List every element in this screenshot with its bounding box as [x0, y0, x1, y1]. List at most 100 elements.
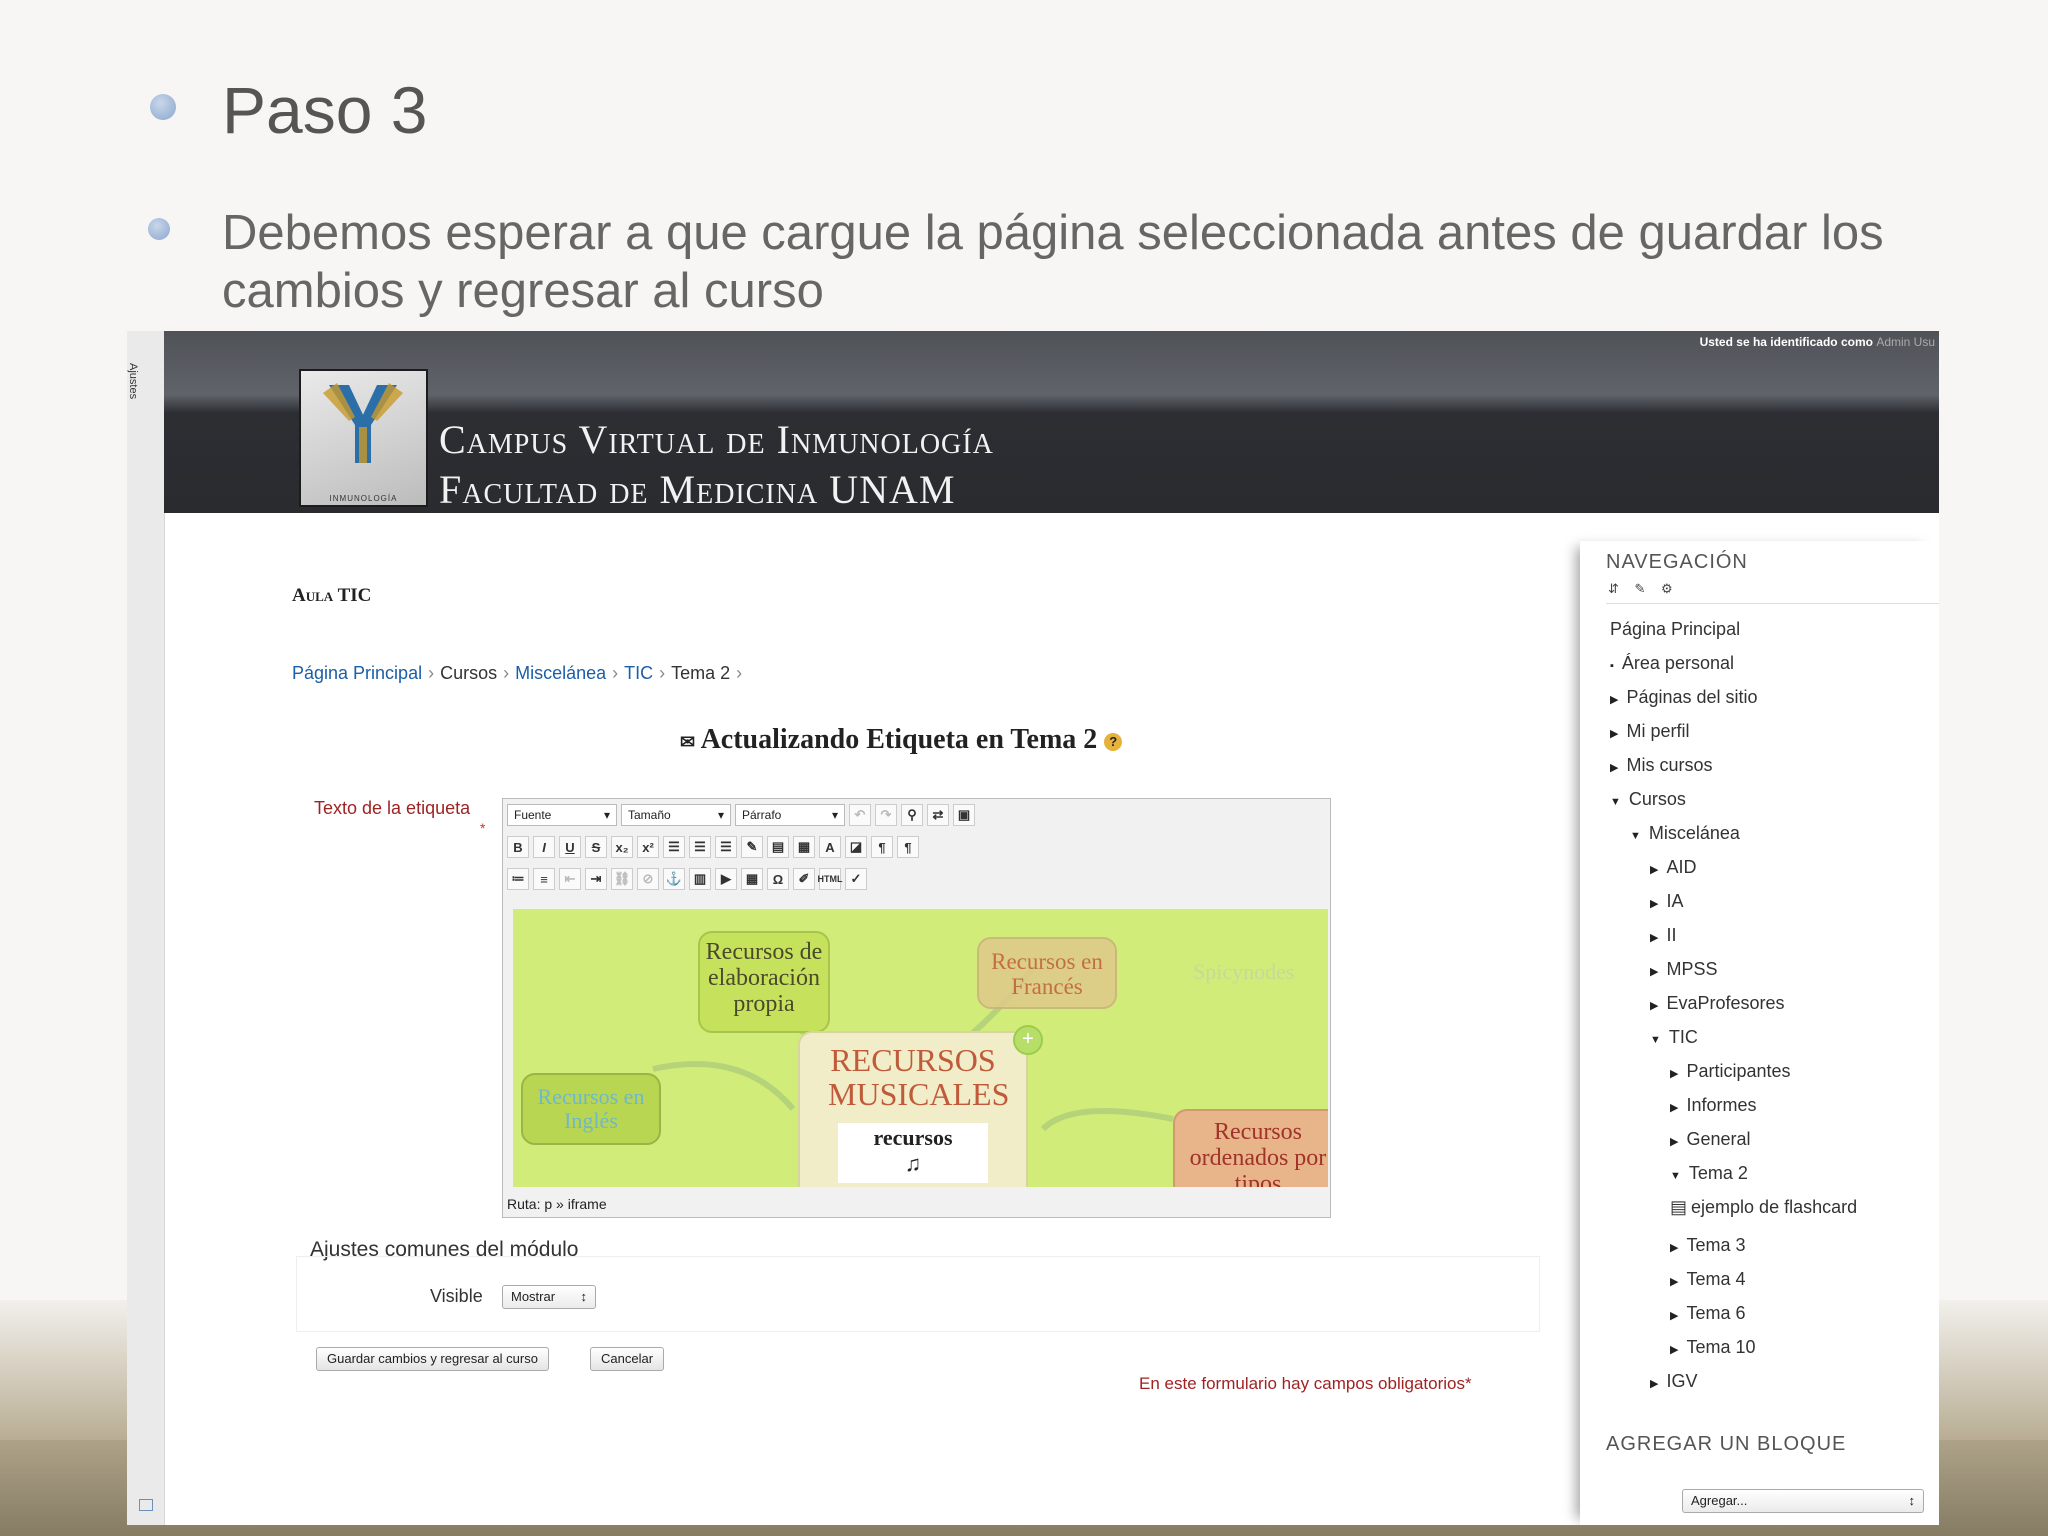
required-star: * [480, 820, 486, 836]
nav-item-ii[interactable]: ▶ II [1650, 925, 1676, 946]
required-fields-note: En este formulario hay campos obligatori… [1139, 1374, 1472, 1393]
numbered-list-icon[interactable]: ≡ [533, 868, 555, 890]
breadcrumb-cursos: Cursos [440, 663, 498, 683]
field-label: Texto de la etiqueta [314, 798, 471, 818]
help-icon[interactable]: ? [1104, 732, 1123, 751]
settings-tab[interactable]: Ajustes [127, 363, 139, 399]
find-icon[interactable]: ⚲ [901, 804, 923, 826]
nav-item-tema-4[interactable]: ▶ Tema 4 [1670, 1269, 1746, 1290]
mindmap-node-frances[interactable]: Recursos en Francés [977, 937, 1117, 1009]
ltr-icon[interactable]: ¶ [871, 836, 893, 858]
anchor-icon[interactable]: ⚓ [663, 868, 685, 890]
special-char-icon[interactable]: Ω [767, 868, 789, 890]
nav-item-mi-perfil[interactable]: ▶ Mi perfil [1610, 721, 1689, 742]
breadcrumb-home[interactable]: Página Principal [292, 663, 422, 683]
redo-icon[interactable]: ↷ [875, 804, 897, 826]
mindmap-node-center[interactable]: RECURSOS MUSICALES recursos ♫ [798, 1031, 1028, 1187]
undo-icon[interactable]: ↶ [849, 804, 871, 826]
bold-icon[interactable]: B [507, 836, 529, 858]
italic-icon[interactable]: I [533, 836, 555, 858]
table-icon[interactable]: ▦ [741, 868, 763, 890]
nav-item-paginas-sitio[interactable]: ▶ Páginas del sitio [1610, 687, 1758, 708]
nolink-icon[interactable]: ✐ [793, 868, 815, 890]
nav-item-evaprofesores[interactable]: ▶ EvaProfesores [1650, 993, 1785, 1014]
paste-text-icon[interactable]: ▤ [767, 836, 789, 858]
page-icon: ▤ [1670, 1197, 1688, 1217]
nav-item-pagina-principal[interactable]: Página Principal [1610, 619, 1740, 640]
nav-item-general[interactable]: ▶ General [1670, 1129, 1751, 1150]
nav-item-mpss[interactable]: ▶ MPSS [1650, 959, 1717, 980]
slide-title: Paso 3 [222, 73, 428, 147]
align-center-icon[interactable]: ☰ [689, 836, 711, 858]
editor-status-path: Ruta: p » iframe [503, 1191, 1330, 1217]
breadcrumb-miscelanea[interactable]: Miscelánea [515, 663, 606, 683]
breadcrumb: Página Principal › Cursos › Miscelánea › TIC › T… [292, 663, 748, 684]
spellcheck-icon[interactable]: ✓ [845, 868, 867, 890]
media-icon[interactable]: ▶ [715, 868, 737, 890]
site-title[interactable]: Campus Virtual de Inmunología Facultad d… [439, 415, 994, 515]
unlink-icon[interactable]: ⊘ [637, 868, 659, 890]
page-heading: ✉ Actualizando Etiqueta en Tema 2 ? [680, 724, 1123, 756]
nav-item-area-personal[interactable]: ▪ Área personal [1610, 653, 1734, 674]
moodle-screenshot: Ajustes Usted se ha identificado como Ad… [127, 331, 1939, 1525]
login-user-link[interactable]: Admin Usu [1876, 335, 1935, 349]
site-logo[interactable]: INMUNOLOGÍA [299, 369, 428, 507]
save-and-return-button[interactable]: Guardar cambios y regresar al curso [316, 1347, 549, 1371]
dock-icon[interactable] [139, 1499, 153, 1511]
editor-content-area[interactable]: Spicynodes Recursos de elaboración propi… [513, 909, 1328, 1187]
bg-color-icon[interactable]: ◪ [845, 836, 867, 858]
strikethrough-icon[interactable]: S [585, 836, 607, 858]
clear-format-icon[interactable]: ✎ [741, 836, 763, 858]
breadcrumb-separator: › [612, 663, 619, 683]
nav-item-participantes[interactable]: ▶ Participantes [1670, 1061, 1791, 1082]
indent-icon[interactable]: ⇥ [585, 868, 607, 890]
replace-icon[interactable]: ⇄ [927, 804, 949, 826]
add-block-select[interactable]: Agregar... ↕ [1682, 1489, 1924, 1513]
mindmap-expand-icon[interactable]: + [1013, 1025, 1043, 1055]
align-left-icon[interactable]: ☰ [663, 836, 685, 858]
nav-item-miscelanea[interactable]: ▼ Miscelánea [1630, 823, 1740, 844]
site-title-line2: Facultad de Medicina UNAM [439, 467, 956, 512]
nav-item-cursos[interactable]: ▼ Cursos [1610, 789, 1686, 810]
html-source-icon[interactable]: HTML [818, 868, 843, 890]
nav-item-mis-cursos[interactable]: ▶ Mis cursos [1610, 755, 1712, 776]
add-block-title: AGREGAR UN BLOQUE [1606, 1433, 1847, 1455]
underline-icon[interactable]: U [559, 836, 581, 858]
nav-item-igv[interactable]: ▶ IGV [1650, 1371, 1697, 1392]
navigation-block: NAVEGACIÓN ⇵ ✎ ⚙ Página Principal ▪ Área … [1580, 541, 1939, 1525]
align-right-icon[interactable]: ☰ [715, 836, 737, 858]
course-name: Aula TIC [292, 585, 372, 606]
mindmap-center-label: RECURSOS MUSICALES [828, 1042, 1010, 1112]
text-color-icon[interactable]: A [819, 836, 841, 858]
fullscreen-icon[interactable]: ▣ [953, 804, 975, 826]
nav-item-ia[interactable]: ▶ IA [1650, 891, 1683, 912]
breadcrumb-separator: › [503, 663, 510, 683]
nav-item-tema-6[interactable]: ▶ Tema 6 [1670, 1303, 1746, 1324]
nav-item-informes[interactable]: ▶ Informes [1670, 1095, 1757, 1116]
visible-select[interactable]: Mostrar ↕ [502, 1285, 596, 1309]
block-controls[interactable]: ⇵ ✎ ⚙ [1608, 581, 1679, 597]
font-select[interactable]: Fuente ▾ [507, 804, 617, 826]
paste-word-icon[interactable]: ▦ [793, 836, 815, 858]
outdent-icon[interactable]: ⇤ [559, 868, 581, 890]
mindmap-node-ordenados[interactable]: Recursos ordenados por tipos [1173, 1109, 1328, 1187]
rtl-icon[interactable]: ¶ [897, 836, 919, 858]
mindmap-node-ingles[interactable]: Recursos en Inglés [521, 1073, 661, 1145]
nav-item-aid[interactable]: ▶ AID [1650, 857, 1696, 878]
nav-item-tema-2[interactable]: ▼ Tema 2 [1670, 1163, 1748, 1184]
subscript-icon[interactable]: x₂ [611, 836, 633, 858]
cancel-button[interactable]: Cancelar [590, 1347, 665, 1371]
nav-item-tema-3[interactable]: ▶ Tema 3 [1670, 1235, 1746, 1256]
image-icon[interactable]: ▥ [689, 868, 711, 890]
superscript-icon[interactable]: x² [637, 836, 659, 858]
editor-toolbar-row-2: B I U S x₂ x² ☰ ☰ ☰ ✎ ▤ ▦ A ◪ ¶ ¶ [507, 833, 919, 861]
nav-item-tema-10[interactable]: ▶ Tema 10 [1670, 1337, 1756, 1358]
format-select[interactable]: Párrafo ▾ [735, 804, 845, 826]
breadcrumb-tic[interactable]: TIC [624, 663, 653, 683]
link-icon[interactable]: ⛓ [611, 868, 633, 890]
size-select[interactable]: Tamaño ▾ [621, 804, 731, 826]
nav-item-tic[interactable]: ▼ TIC [1650, 1027, 1698, 1048]
bullet-list-icon[interactable]: ≔ [507, 868, 529, 890]
nav-item-ejemplo-flashcard[interactable]: ▤ ejemplo de flashcard [1670, 1197, 1857, 1218]
mindmap-node-propia[interactable]: Recursos de elaboración propia [698, 931, 830, 1033]
